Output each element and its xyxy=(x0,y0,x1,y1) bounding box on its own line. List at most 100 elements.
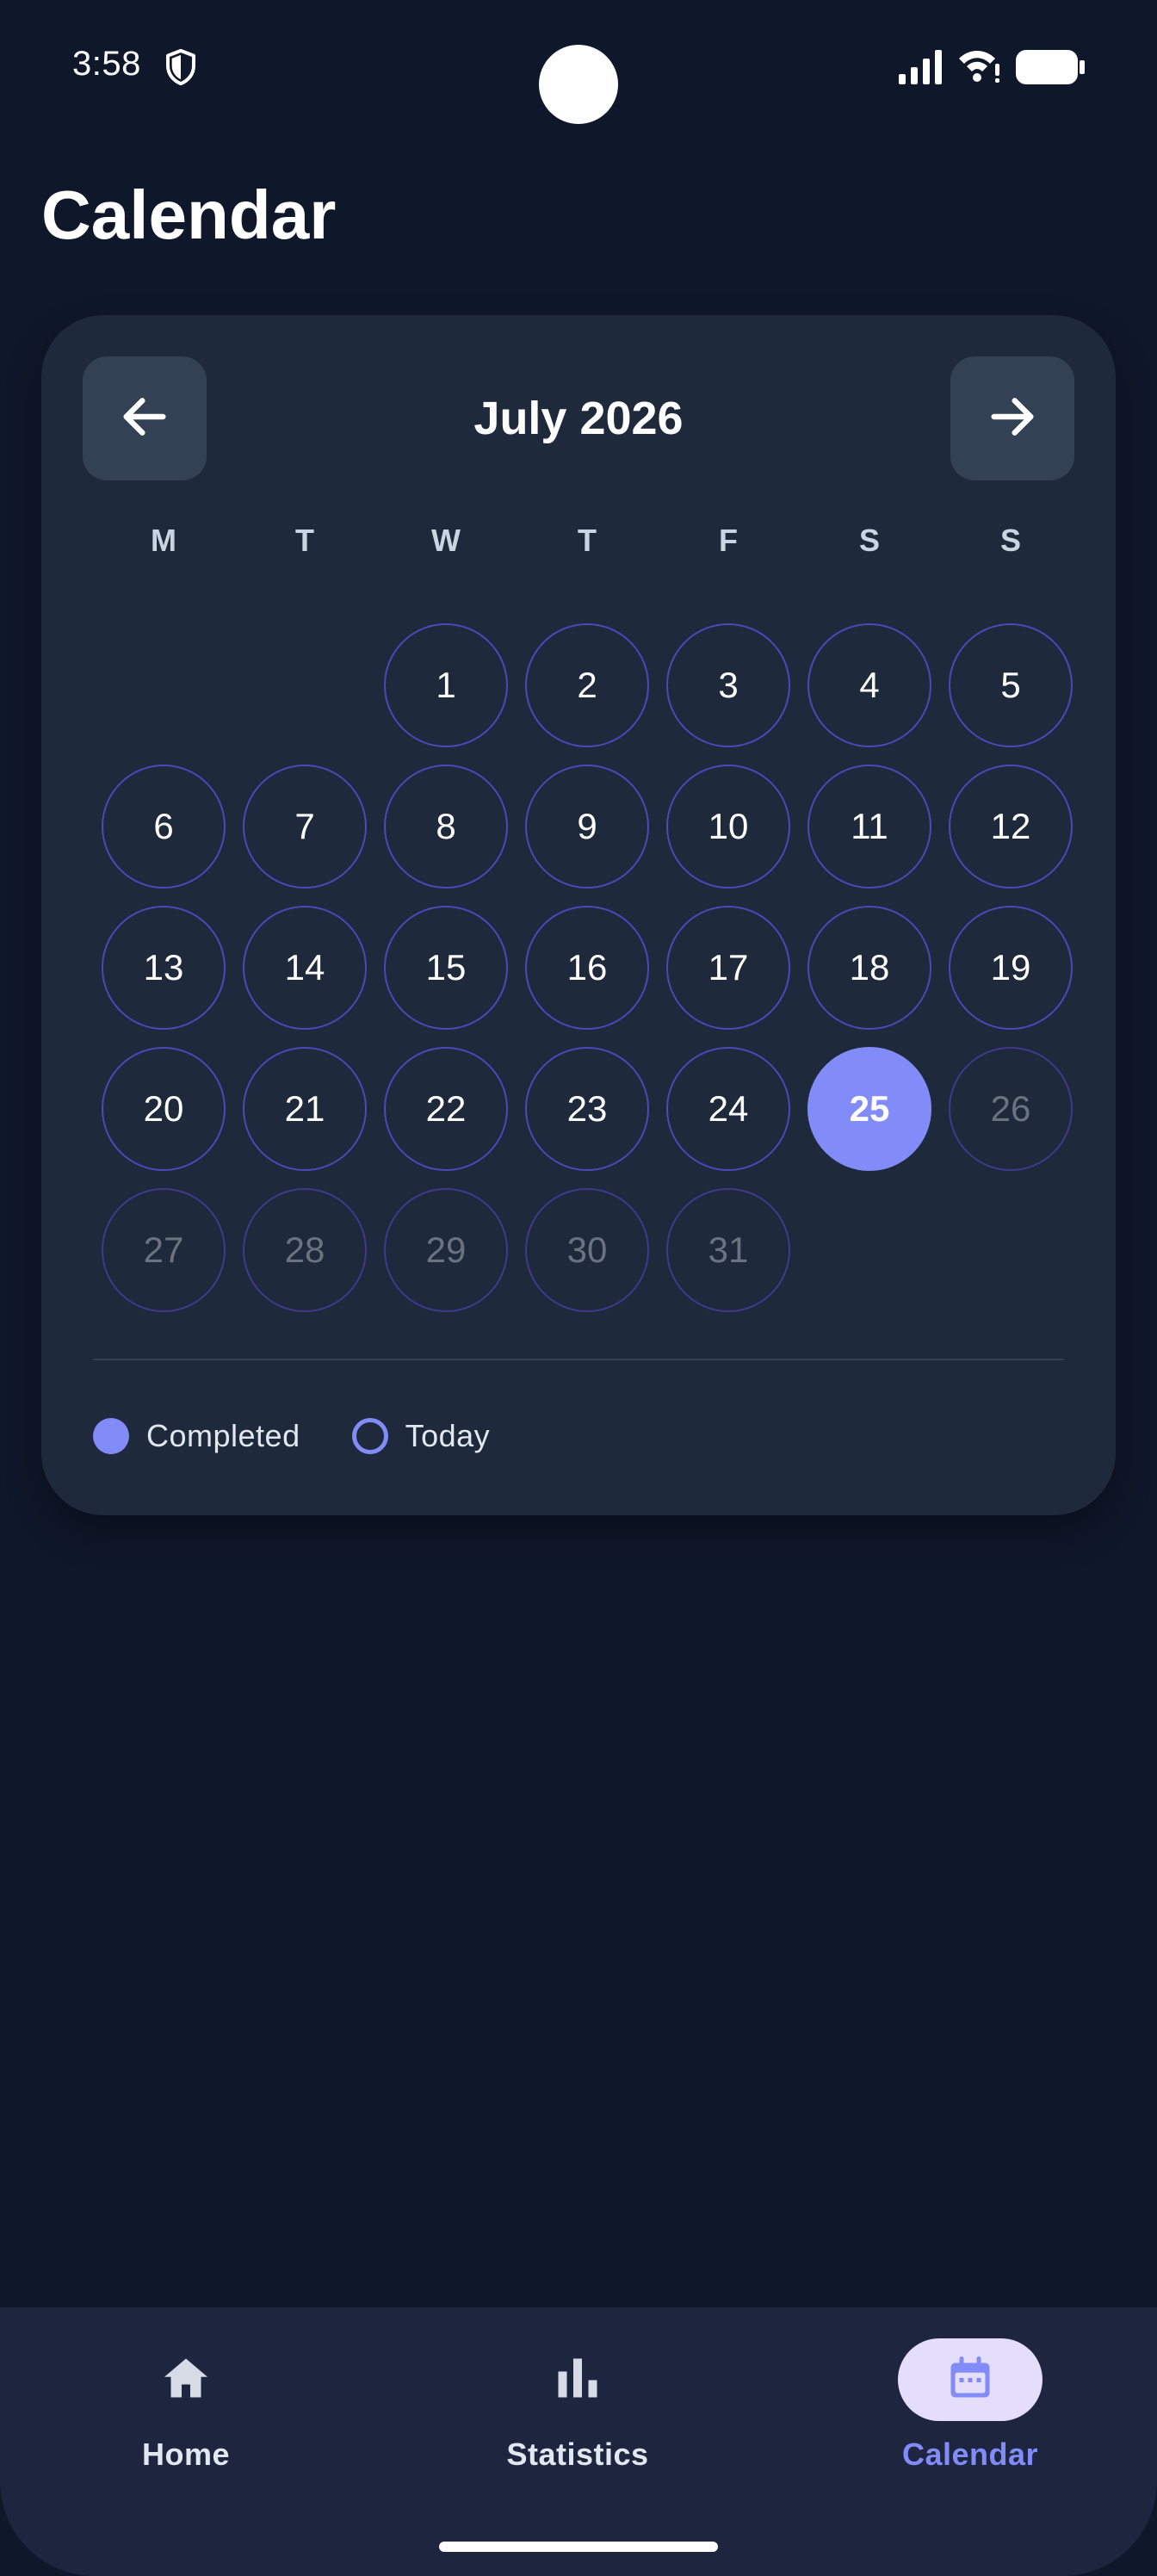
arrow-right-icon xyxy=(985,389,1040,449)
day-button[interactable]: 4 xyxy=(807,623,931,747)
day-cell: 25 xyxy=(799,1038,940,1180)
weekday-label: S xyxy=(858,523,880,558)
day-button[interactable]: 10 xyxy=(666,765,790,889)
divider xyxy=(93,1359,1064,1360)
signal-icon xyxy=(899,50,945,84)
day-button[interactable]: 26 xyxy=(949,1047,1073,1171)
day-button[interactable]: 8 xyxy=(384,765,508,889)
empty-day-cell xyxy=(93,615,234,756)
calendar-icon xyxy=(944,2352,996,2408)
previous-month-button[interactable] xyxy=(83,356,207,480)
day-cell: 20 xyxy=(93,1038,234,1180)
nav-item-home[interactable]: Home xyxy=(57,2338,315,2511)
day-button[interactable]: 13 xyxy=(102,906,226,1030)
legend-completed: Completed xyxy=(93,1418,300,1454)
day-button[interactable]: 16 xyxy=(525,906,649,1030)
next-month-button[interactable] xyxy=(950,356,1074,480)
weekday-label: W xyxy=(431,523,461,558)
day-cell: 13 xyxy=(93,897,234,1038)
day-button[interactable]: 18 xyxy=(807,906,931,1030)
day-button[interactable]: 29 xyxy=(384,1188,508,1312)
completed-dot-icon xyxy=(93,1418,129,1454)
day-button[interactable]: 11 xyxy=(807,765,931,889)
shield-icon xyxy=(164,48,198,86)
nav-label-statistics: Statistics xyxy=(506,2437,649,2472)
day-button[interactable]: 3 xyxy=(666,623,790,747)
battery-icon xyxy=(1016,50,1085,84)
days-grid: 1 2 3 4 5 6 7 8 9 10 11 12 13 14 15 16 17 18 19 20 21 22 23 24 2… xyxy=(93,615,1085,1321)
day-button[interactable]: 22 xyxy=(384,1047,508,1171)
legend-today: Today xyxy=(351,1418,491,1454)
month-label: July 2026 xyxy=(473,393,684,444)
status-bar: 3:58 xyxy=(0,0,1157,138)
nav-icon-container xyxy=(505,2338,650,2421)
day-cell: 4 xyxy=(799,615,940,756)
today-ring-icon xyxy=(351,1418,388,1454)
nav-selected-pill xyxy=(898,2338,1043,2421)
day-cell: 21 xyxy=(234,1038,375,1180)
day-cell: 2 xyxy=(517,615,658,756)
day-button[interactable]: 9 xyxy=(525,765,649,889)
screen: 3:58 Calendar July 2026 M T W T F S S 1 … xyxy=(0,0,1157,2576)
day-button[interactable]: 19 xyxy=(949,906,1073,1030)
day-cell: 31 xyxy=(658,1180,799,1321)
day-button[interactable]: 24 xyxy=(666,1047,790,1171)
day-cell: 7 xyxy=(234,756,375,897)
day-button-today[interactable]: 25 xyxy=(807,1047,931,1171)
day-cell: 17 xyxy=(658,897,799,1038)
page-title: Calendar xyxy=(41,176,337,253)
day-cell: 28 xyxy=(234,1180,375,1321)
day-button[interactable]: 6 xyxy=(102,765,226,889)
day-button[interactable]: 17 xyxy=(666,906,790,1030)
day-button[interactable]: 23 xyxy=(525,1047,649,1171)
nav-item-calendar[interactable]: Calendar xyxy=(841,2338,1099,2511)
nav-item-statistics[interactable]: Statistics xyxy=(449,2338,707,2511)
day-button[interactable]: 14 xyxy=(243,906,367,1030)
day-cell: 18 xyxy=(799,897,940,1038)
day-cell: 12 xyxy=(940,756,1081,897)
day-button[interactable]: 31 xyxy=(666,1188,790,1312)
day-cell: 23 xyxy=(517,1038,658,1180)
legend-label-completed: Completed xyxy=(146,1418,300,1453)
day-button[interactable]: 2 xyxy=(525,623,649,747)
home-indicator[interactable] xyxy=(439,2542,718,2552)
day-cell: 27 xyxy=(93,1180,234,1321)
day-button[interactable]: 12 xyxy=(949,765,1073,889)
day-cell: 8 xyxy=(375,756,517,897)
day-button[interactable]: 5 xyxy=(949,623,1073,747)
arrow-left-icon xyxy=(117,389,172,449)
nav-icon-container xyxy=(114,2338,258,2421)
legend-label-today: Today xyxy=(405,1418,491,1453)
day-cell: 11 xyxy=(799,756,940,897)
day-button[interactable]: 30 xyxy=(525,1188,649,1312)
status-time: 3:58 xyxy=(72,45,141,83)
day-cell: 24 xyxy=(658,1038,799,1180)
weekday-header: MTWTFSS xyxy=(93,515,1085,567)
day-cell: 30 xyxy=(517,1180,658,1321)
day-cell: 9 xyxy=(517,756,658,897)
day-cell: 29 xyxy=(375,1180,517,1321)
calendar-card: July 2026 MTWTFSS 1 2 3 4 5 6 7 8 9 10 11 12 13 14 15 1… xyxy=(41,315,1116,1515)
day-button[interactable]: 1 xyxy=(384,623,508,747)
day-cell: 15 xyxy=(375,897,517,1038)
day-cell: 16 xyxy=(517,897,658,1038)
nav-label-home: Home xyxy=(141,2437,231,2472)
day-button[interactable]: 7 xyxy=(243,765,367,889)
weekday-label: T xyxy=(578,523,597,558)
day-button[interactable]: 20 xyxy=(102,1047,226,1171)
bottom-navigation: Home Statistics Calendar xyxy=(0,2307,1157,2576)
weekday-label: M xyxy=(151,523,176,558)
legend: Completed Today xyxy=(93,1410,541,1462)
day-button[interactable]: 15 xyxy=(384,906,508,1030)
nav-label-calendar: Calendar xyxy=(901,2437,1039,2472)
day-cell: 14 xyxy=(234,897,375,1038)
camera-cutout xyxy=(539,45,618,124)
day-cell: 1 xyxy=(375,615,517,756)
home-icon xyxy=(160,2352,212,2408)
day-button[interactable]: 28 xyxy=(243,1188,367,1312)
day-cell: 6 xyxy=(93,756,234,897)
day-cell: 26 xyxy=(940,1038,1081,1180)
day-button[interactable]: 21 xyxy=(243,1047,367,1171)
day-button[interactable]: 27 xyxy=(102,1188,226,1312)
day-cell: 22 xyxy=(375,1038,517,1180)
